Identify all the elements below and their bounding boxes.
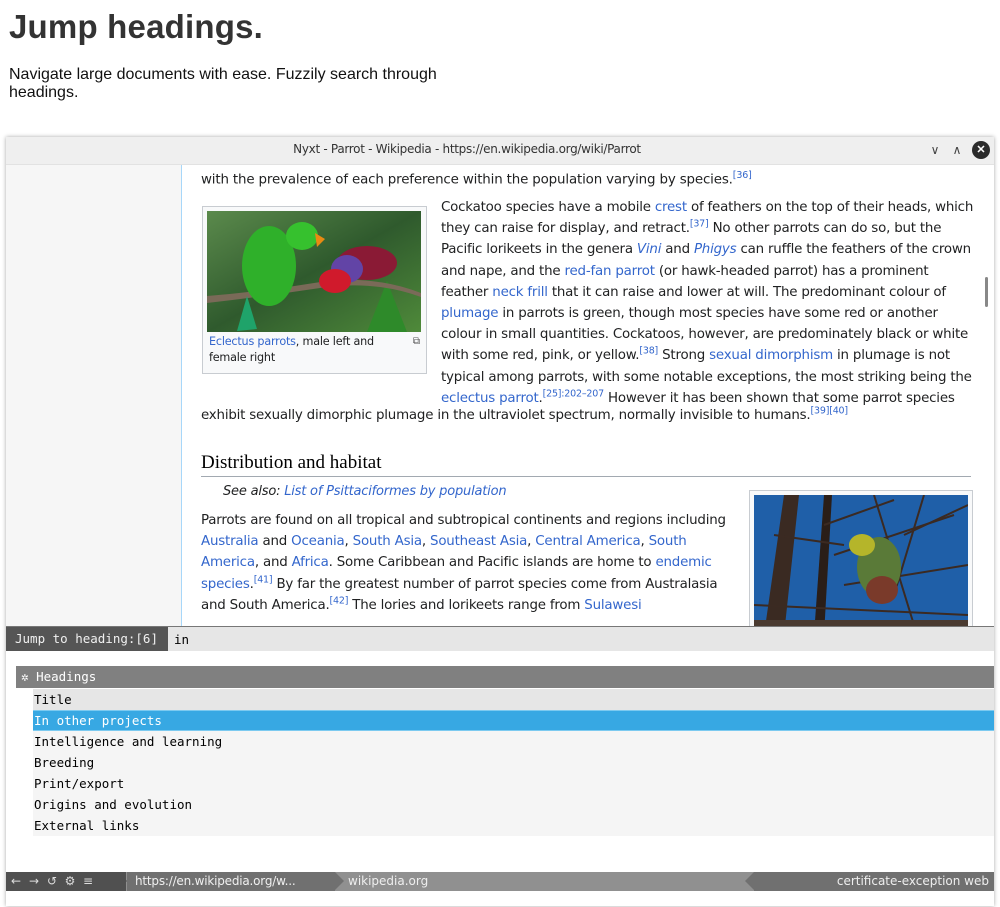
link[interactable]: Southeast Asia [430,534,527,549]
citation-link[interactable]: [39][40] [811,406,849,417]
source-name: Headings [36,669,97,684]
separator-arrow [335,872,344,890]
figure-eclectus-parrots: Eclectus parrots, male left and female r… [202,206,427,374]
hero-description: Navigate large documents with ease. Fuzz… [9,66,437,101]
suggestion-item[interactable]: Origins and evolution [33,794,994,815]
link[interactable]: sexual dimorphism [709,348,833,363]
maximize-button[interactable]: ∧ [948,141,966,159]
status-modes[interactable]: certificate-exception web [754,872,994,891]
back-icon[interactable]: ← [8,872,24,891]
page-scrollbar[interactable] [985,277,988,307]
parrot-in-tree-image[interactable] [754,495,968,626]
citation-link[interactable]: [25]:202–207 [543,388,605,399]
section-heading: Distribution and habitat [201,452,971,477]
paragraph: with the prevalence of each preference w… [201,170,752,188]
link[interactable]: South Asia [353,534,422,549]
source-header: ✲ Headings [16,666,994,688]
see-also-link[interactable]: List of Psittaciformes by population [284,484,506,499]
menu-icon[interactable]: ≡ [80,872,96,891]
suggestion-item[interactable]: Breeding [33,752,994,773]
suggestion-item-selected[interactable]: In other projects [33,710,994,731]
paragraph: Cockatoo species have a mobile crest of … [441,200,974,406]
hero-title: Jump headings. [9,8,264,45]
suggestion-item[interactable]: External links [33,815,994,836]
status-domain[interactable]: wikipedia.org [348,872,428,891]
link[interactable]: Oceania [291,534,345,549]
paragraph: Parrots are found on all tropical and su… [201,513,726,613]
link[interactable]: Vini [637,242,661,257]
window-title: Nyxt - Parrot - Wikipedia - https://en.w… [293,142,641,156]
status-url[interactable]: https://en.wikipedia.org/w... [127,872,335,891]
web-page: with the prevalence of each preference w… [6,165,994,626]
link[interactable]: plumage [441,306,498,321]
citation-link[interactable]: [42] [330,595,349,606]
link[interactable]: Australia [201,534,259,549]
paragraph: exhibit sexually dimorphic plumage in th… [201,405,849,423]
heading-search-input[interactable] [170,627,994,651]
link[interactable]: crest [655,200,687,215]
status-bar: ← → ↺ ⚙ ≡ https://en.wikipedia.org/w... wiki… [6,872,994,891]
link[interactable]: Sulawesi [584,598,641,613]
separator-arrow [745,872,754,890]
figure-caption: Eclectus parrots, male left and female r… [209,335,374,364]
suggestion-list: Title In other projects Intelligence and… [33,689,994,836]
citation-link[interactable]: [38] [639,346,658,357]
enlarge-icon[interactable]: ⧉ [413,336,420,347]
link[interactable]: eclectus parrot [441,391,539,406]
link[interactable]: neck frill [492,285,548,300]
suggestion-item[interactable]: Intelligence and learning [33,731,994,752]
separator-arrow [118,872,127,890]
suggestion-panel: ✲ Headings Title In other projects Intel… [6,651,994,871]
citation-link[interactable]: [36] [733,170,752,181]
suggestion-item[interactable]: Print/export [33,773,994,794]
link[interactable]: Africa [292,555,329,570]
prompt-label: Jump to heading:[6] [6,627,168,651]
prompt-bar: Jump to heading:[6] [6,626,994,652]
browser-window: Nyxt - Parrot - Wikipedia - https://en.w… [6,137,994,906]
forward-icon[interactable]: → [26,872,42,891]
reload-icon[interactable]: ↺ [44,872,60,891]
link[interactable]: red-fan parrot [564,264,654,279]
source-icon: ✲ [21,669,29,684]
see-also-note: See also: List of Psittaciformes by popu… [223,484,507,499]
wiki-sidebar [6,165,182,626]
suggestion-item[interactable]: Title [33,689,994,710]
nav-controls: ← → ↺ ⚙ ≡ [6,872,126,891]
caption-link[interactable]: Eclectus parrots [209,335,296,348]
window-titlebar[interactable]: Nyxt - Parrot - Wikipedia - https://en.w… [6,137,994,165]
settings-icon[interactable]: ⚙ [62,872,78,891]
citation-link[interactable]: [41] [254,574,273,585]
link[interactable]: Central America [535,534,640,549]
minimize-button[interactable]: ∨ [926,141,944,159]
figure-parrot-in-tree [749,490,973,626]
citation-link[interactable]: [37] [690,219,709,230]
eclectus-parrots-image[interactable] [207,211,421,332]
close-button[interactable]: ✕ [972,141,990,159]
link[interactable]: Phigys [694,242,737,257]
